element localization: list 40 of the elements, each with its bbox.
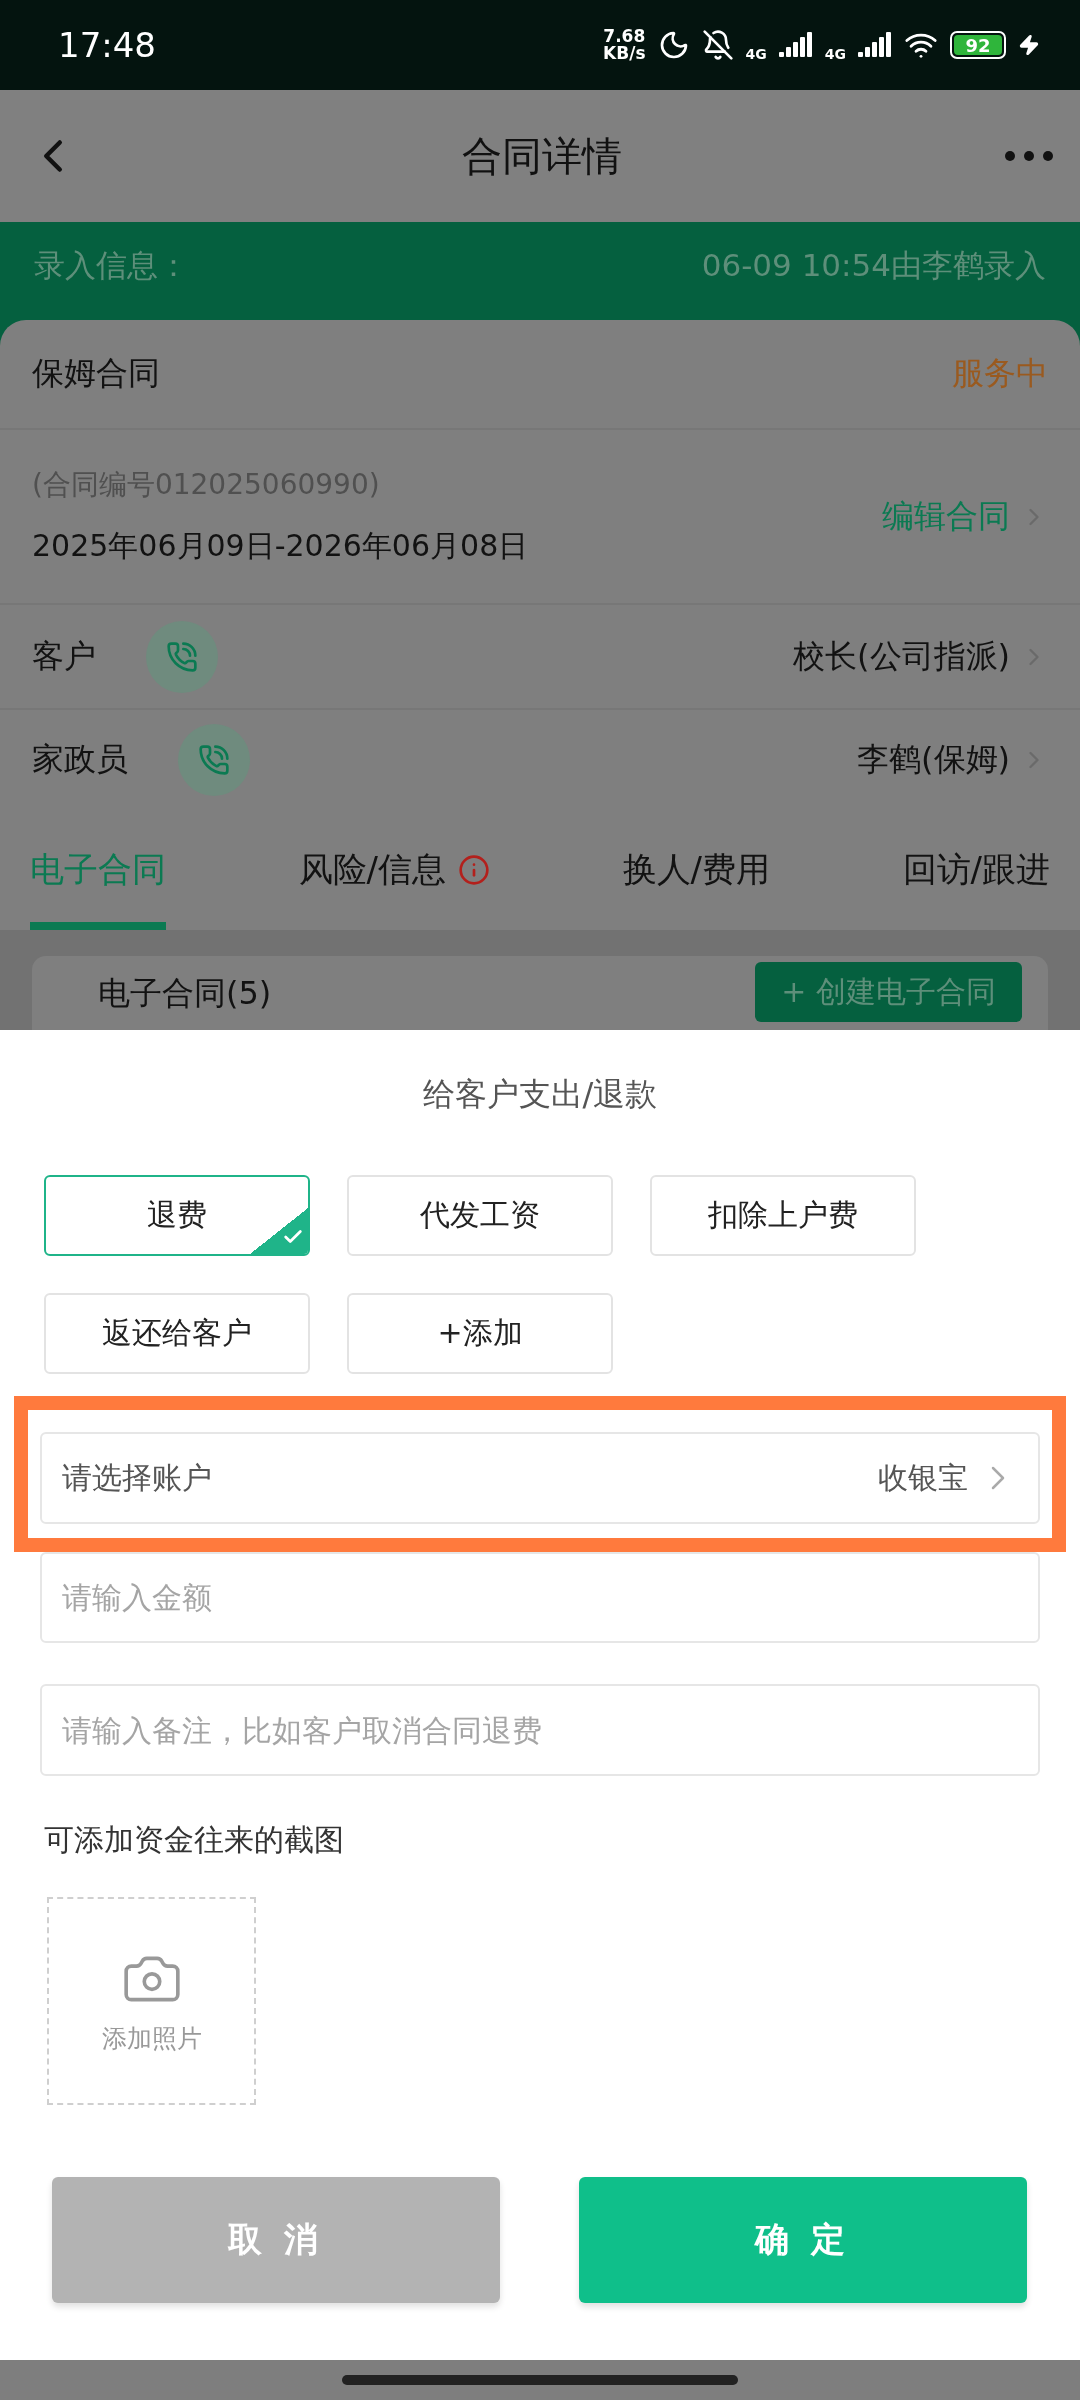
battery-level: 92 (954, 35, 1002, 55)
contract-status: 服务中 (952, 353, 1048, 394)
sheet-title: 给客户支出/退款 (421, 1074, 659, 1115)
network-type: 4G (824, 46, 846, 62)
bell-off-icon (701, 29, 734, 61)
account-select[interactable]: 请选择账户 收银宝 (40, 1432, 1040, 1524)
party-role: 家政员 (32, 739, 128, 780)
contract-period: 2025年06月09日-2026年06月08日 (32, 527, 529, 565)
section-title: 电子合同(5) (98, 973, 272, 1014)
option-chip[interactable]: 返还给客户 (44, 1293, 310, 1374)
entry-label: 录入信息： (34, 246, 189, 285)
remark-field[interactable]: 请输入备注，比如客户取消合同退费 (40, 1684, 1040, 1776)
more-icon[interactable] (1004, 150, 1054, 162)
page-title: 合同详情 (462, 131, 622, 181)
entry-value: 06-09 10:54由李鹤录入 (701, 246, 1046, 285)
home-indicator[interactable] (342, 2375, 738, 2385)
option-chip[interactable]: 扣除上户费 (650, 1175, 916, 1256)
upload-label: 可添加资金往来的截图 (44, 1821, 345, 1859)
status-time: 17:48 (58, 25, 156, 65)
signal-icon (778, 31, 813, 59)
net-speed: 7.68 (603, 28, 646, 45)
confirm-button[interactable]: 确定 (579, 2177, 1027, 2303)
net-speed-unit: KB/s (603, 45, 646, 62)
amount-field[interactable]: 请输入金额 (40, 1552, 1040, 1643)
party-name[interactable]: 校长(公司指派) (793, 634, 1010, 679)
option-chip[interactable]: +添加 (347, 1293, 613, 1374)
signal-icon (858, 31, 892, 59)
add-photo-button[interactable]: 添加照片 (47, 1897, 256, 2105)
party-role: 客户 (32, 635, 96, 677)
tab[interactable]: 风险/信息 (298, 810, 490, 930)
option-chip[interactable]: 代发工资 (347, 1175, 613, 1256)
tab[interactable]: 回访/跟进 (902, 810, 1050, 930)
party-name[interactable]: 李鹤(保姆) (857, 738, 1010, 782)
option-chip[interactable]: 退费 (44, 1175, 310, 1256)
phone-icon (166, 640, 198, 673)
phone-icon (198, 744, 230, 776)
network-type: 4G (745, 46, 767, 62)
bolt-icon (1018, 34, 1040, 56)
contract-title: 保姆合同 (32, 353, 160, 394)
tab[interactable]: 换人/费用 (622, 810, 770, 930)
